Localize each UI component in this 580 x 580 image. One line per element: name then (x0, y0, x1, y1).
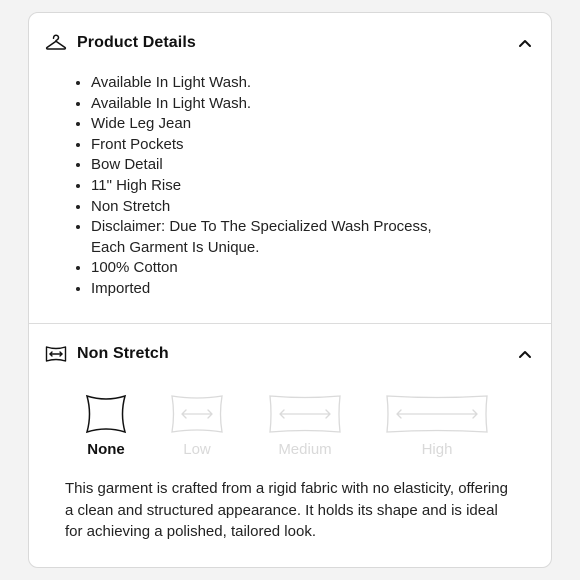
list-item: Available In Light Wash. (75, 94, 551, 115)
stretch-section: Non Stretch None Low Medium High This ga… (29, 324, 551, 540)
list-item: Disclaimer: Due To The Specialized Wash … (75, 217, 551, 258)
hanger-icon (45, 32, 67, 54)
high-stretch-icon (386, 395, 488, 433)
no-stretch-icon (85, 394, 127, 434)
stretch-option-high[interactable]: High (383, 394, 491, 458)
medium-stretch-icon (269, 395, 341, 433)
list-item: Imported (75, 279, 551, 300)
stretch-option-label: Medium (278, 441, 332, 458)
stretch-title: Non Stretch (77, 345, 169, 362)
low-stretch-icon (171, 395, 223, 433)
product-details-header[interactable]: Product Details (29, 13, 551, 73)
stretch-option-label: Low (183, 441, 211, 458)
product-details-list: Available In Light Wash. Available In Li… (29, 73, 551, 300)
list-item: Non Stretch (75, 197, 551, 218)
list-item: 100% Cotton (75, 258, 551, 279)
chevron-up-icon[interactable] (517, 346, 533, 362)
list-item: 11" High Rise (75, 176, 551, 197)
stretch-header[interactable]: Non Stretch (29, 324, 551, 384)
list-item: Front Pockets (75, 135, 551, 156)
stretch-description: This garment is crafted from a rigid fab… (65, 480, 508, 540)
list-item: Available In Light Wash. (75, 73, 551, 94)
list-item: Bow Detail (75, 155, 551, 176)
stretch-option-low[interactable]: Low (167, 394, 227, 458)
disclaimer-text: Disclaimer: Due To The Specialized Wash … (91, 218, 432, 256)
stretch-option-medium[interactable]: Medium (265, 394, 345, 458)
list-item: Wide Leg Jean (75, 114, 551, 135)
chevron-up-icon[interactable] (517, 35, 533, 51)
stretch-option-none[interactable]: None (81, 394, 131, 458)
product-info-card: Product Details Available In Light Wash.… (28, 12, 552, 568)
stretch-options: None Low Medium High (29, 384, 551, 468)
product-details-title: Product Details (77, 34, 196, 51)
stretch-option-label: High (421, 441, 453, 458)
stretch-option-label: None (87, 441, 125, 458)
fabric-stretch-icon (45, 343, 67, 365)
